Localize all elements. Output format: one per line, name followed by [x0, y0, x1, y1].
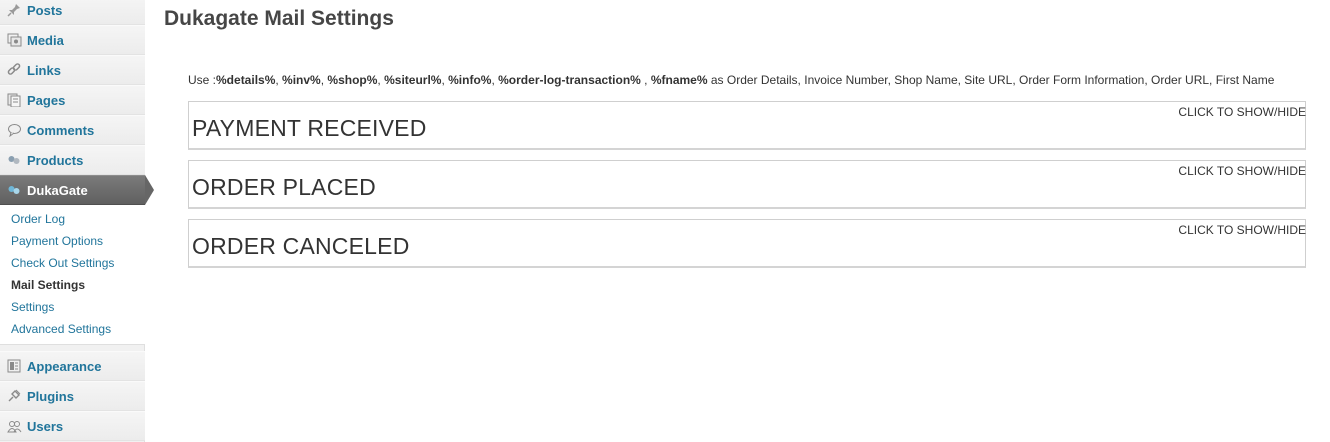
menu-media[interactable]: Media [0, 25, 145, 55]
code-info: %info% [448, 73, 492, 87]
submenu-payment-options[interactable]: Payment Options [11, 234, 103, 248]
code-details: %details% [216, 73, 276, 87]
menu-plugins-label: Plugins [27, 388, 74, 404]
menu-plugins[interactable]: Plugins [0, 381, 145, 411]
show-hide-toggle[interactable]: CLICK TO SHOW/HIDE [1178, 105, 1306, 119]
menu-appearance[interactable]: Appearance [0, 351, 145, 381]
comment-icon [5, 121, 23, 139]
show-hide-toggle[interactable]: CLICK TO SHOW/HIDE [1178, 164, 1306, 178]
page-title: Dukagate Mail Settings [164, 7, 394, 30]
products-icon [5, 151, 23, 169]
plugin-icon [5, 387, 23, 405]
menu-comments-label: Comments [27, 122, 95, 138]
panel-payment-received[interactable]: PAYMENT RECEIVED CLICK TO SHOW/HIDE [188, 101, 1306, 150]
pages-icon [5, 91, 23, 109]
menu-dukagate-label: DukaGate [27, 182, 88, 198]
appearance-icon [5, 357, 23, 375]
current-menu-arrow [145, 175, 154, 205]
placeholder-usage-text: Use :%details%, %inv%, %shop%, %siteurl%… [188, 73, 1275, 87]
dukagate-submenu: Order Log Payment Options Check Out Sett… [0, 205, 145, 345]
panel-title: ORDER CANCELED [192, 233, 410, 259]
menu-users-label: Users [27, 418, 64, 434]
submenu-order-log[interactable]: Order Log [11, 212, 65, 226]
code-order-log-transaction: %order-log-transaction% [498, 73, 641, 87]
show-hide-toggle[interactable]: CLICK TO SHOW/HIDE [1178, 223, 1306, 237]
menu-pages-label: Pages [27, 92, 66, 108]
submenu-mail-settings[interactable]: Mail Settings [11, 278, 85, 292]
code-siteurl: %siteurl% [384, 73, 442, 87]
submenu-settings[interactable]: Settings [11, 300, 54, 314]
submenu-advanced-settings[interactable]: Advanced Settings [11, 322, 111, 336]
menu-comments[interactable]: Comments [0, 115, 145, 145]
panel-order-placed[interactable]: ORDER PLACED CLICK TO SHOW/HIDE [188, 160, 1306, 209]
users-icon [5, 417, 23, 435]
panel-title: ORDER PLACED [192, 174, 376, 200]
usage-prefix: Use : [188, 73, 217, 87]
code-shop: %shop% [327, 73, 378, 87]
menu-dukagate[interactable]: DukaGate [0, 175, 145, 205]
panel-order-canceled[interactable]: ORDER CANCELED CLICK TO SHOW/HIDE [188, 219, 1306, 268]
code-inv: %inv% [282, 73, 321, 87]
code-fname: %fname% [650, 73, 708, 87]
menu-appearance-label: Appearance [27, 358, 102, 374]
menu-products[interactable]: Products [0, 145, 145, 175]
pin-icon [5, 1, 23, 19]
menu-posts-label: Posts [27, 2, 63, 18]
menu-users[interactable]: Users [0, 411, 145, 441]
menu-products-label: Products [27, 152, 84, 168]
dukagate-icon [5, 181, 23, 199]
link-icon [5, 61, 23, 79]
admin-sidebar: Posts Media Links Pages Comments Product… [0, 0, 145, 442]
submenu-checkout-settings[interactable]: Check Out Settings [11, 256, 114, 270]
menu-media-label: Media [27, 32, 64, 48]
menu-pages[interactable]: Pages [0, 85, 145, 115]
menu-links-label: Links [27, 62, 61, 78]
menu-posts[interactable]: Posts [0, 0, 145, 25]
usage-suffix: as Order Details, Invoice Number, Shop N… [707, 73, 1275, 87]
panel-title: PAYMENT RECEIVED [192, 115, 427, 141]
menu-links[interactable]: Links [0, 55, 145, 85]
media-icon [5, 31, 23, 49]
